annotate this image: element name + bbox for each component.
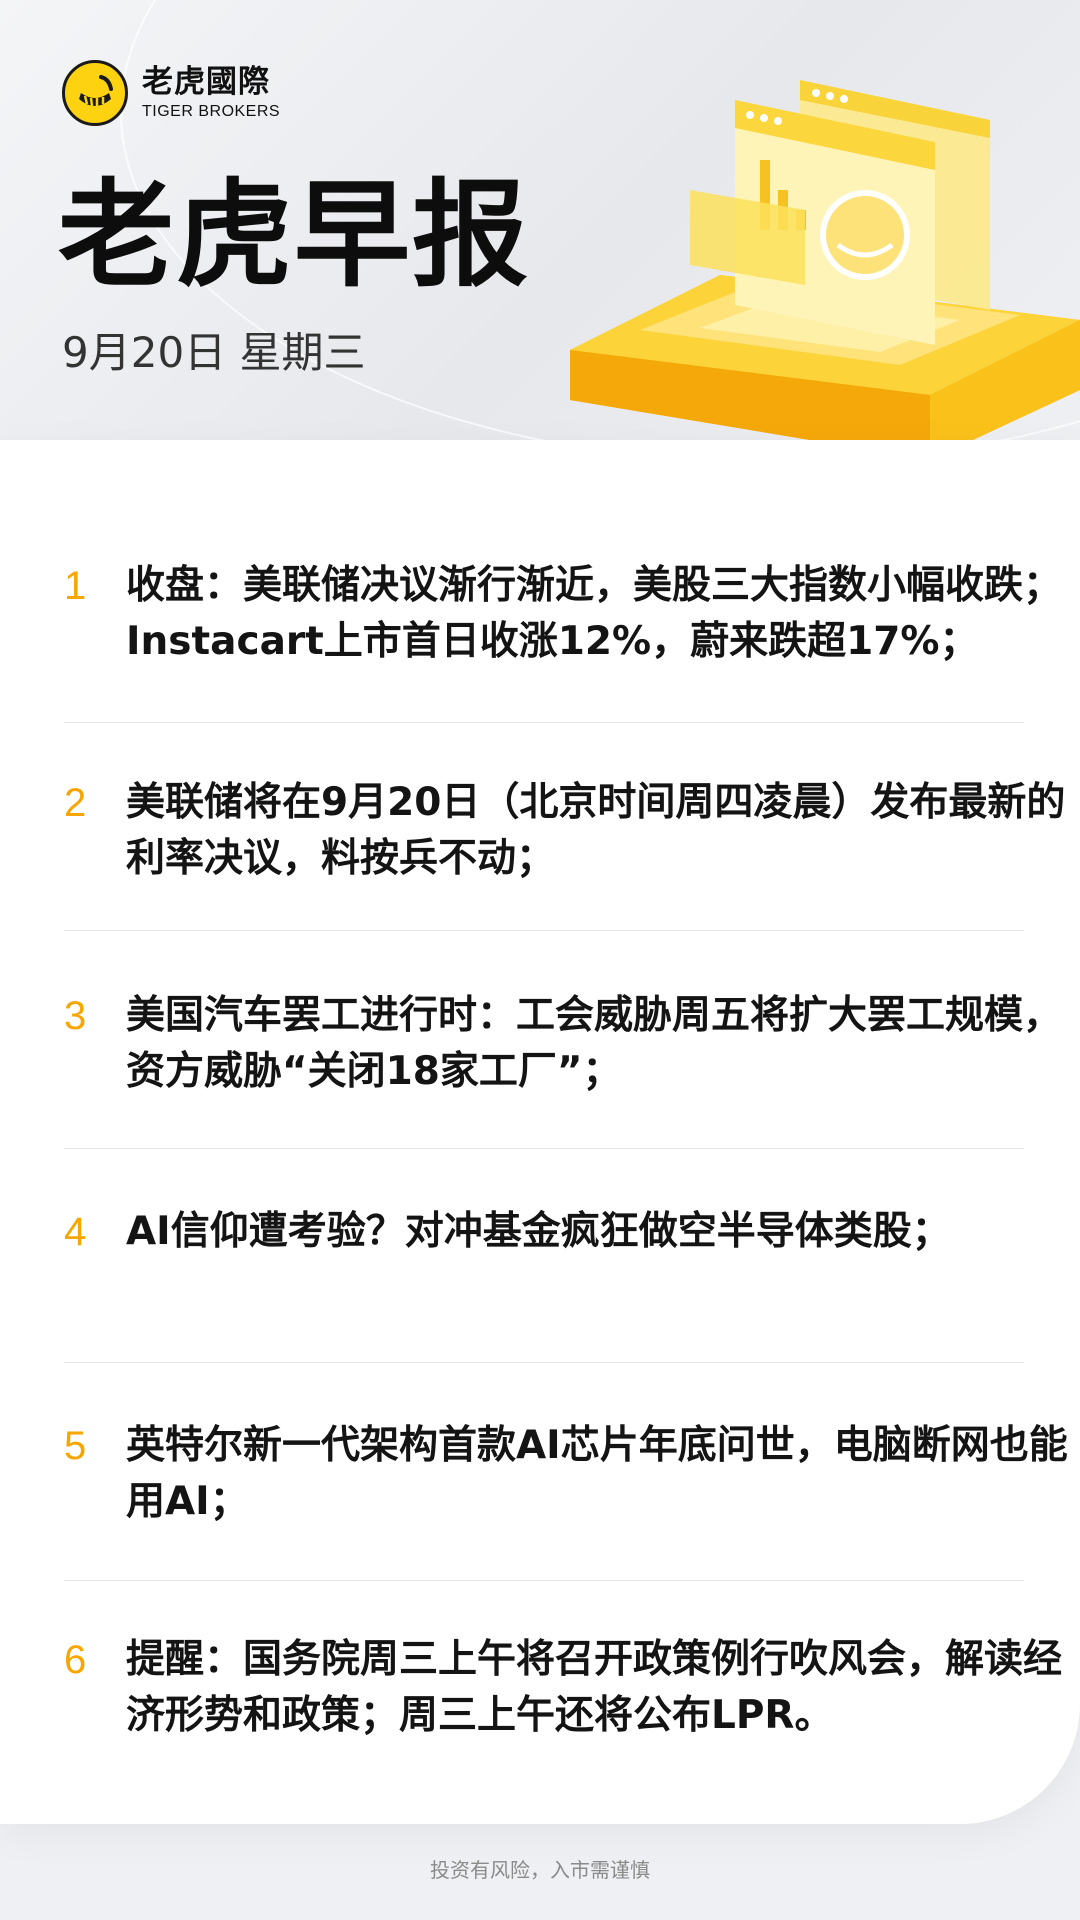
news-card: 1 收盘：美联储决议渐行渐近，美股三大指数小幅收跌；Instacart上市首日收…	[0, 440, 1080, 1824]
brand-logo: 老虎國際 TIGER BROKERS	[62, 60, 280, 126]
item-text: AI信仰遭考验？对冲基金疯狂做空半导体类股；	[126, 1209, 951, 1254]
divider	[64, 930, 1024, 931]
item-text: 美国汽车罢工进行时：工会威胁周五将扩大罢工规模，资方威胁“关闭18家工厂”；	[126, 993, 1063, 1094]
page-title: 老虎早报	[58, 168, 530, 303]
item-text: 美联储将在9月20日（北京时间周四凌晨）发布最新的利率决议，料按兵不动；	[126, 780, 1066, 881]
item-number: 3	[64, 994, 87, 1038]
item-number: 6	[64, 1638, 87, 1682]
item-number: 4	[64, 1210, 87, 1254]
divider	[64, 1580, 1024, 1581]
item-number: 5	[64, 1424, 87, 1468]
risk-disclaimer: 投资有风险，入市需谨慎	[430, 1858, 650, 1882]
divider	[64, 722, 1024, 723]
item-text: 收盘：美联储决议渐行渐近，美股三大指数小幅收跌；Instacart上市首日收涨1…	[126, 563, 1063, 664]
tiger-logo-icon	[62, 60, 128, 126]
page-date: 9月20日 星期三	[62, 328, 366, 377]
item-text: 提醒：国务院周三上午将召开政策例行吹风会，解读经济形势和政策；周三上午还将公布L…	[126, 1637, 1063, 1738]
brand-name-en: TIGER BROKERS	[142, 102, 281, 120]
item-number: 1	[64, 564, 87, 608]
divider	[64, 1148, 1024, 1149]
brand-name-cn: 老虎國際	[142, 63, 270, 100]
golden-platform-illustration	[570, 80, 1080, 460]
header-banner: 老虎國際 TIGER BROKERS 老虎早报 9月20日 星期三	[0, 0, 1080, 470]
item-number: 2	[64, 781, 87, 825]
divider	[64, 1362, 1024, 1363]
item-text: 英特尔新一代架构首款AI芯片年底问世，电脑断网也能用AI；	[126, 1423, 1068, 1524]
